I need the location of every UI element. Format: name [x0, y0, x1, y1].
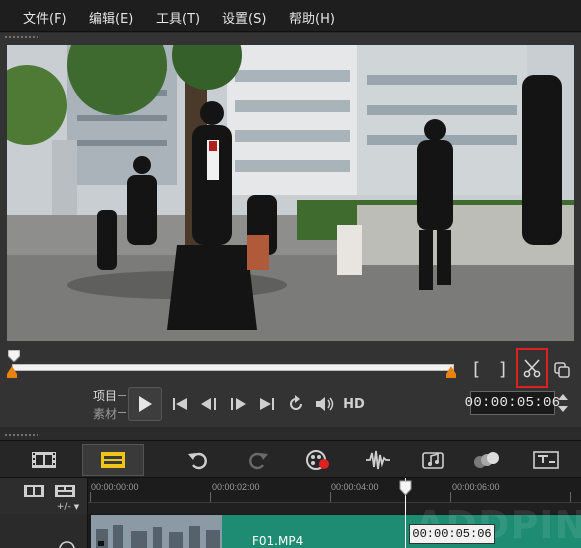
ruler-major-tick: [570, 492, 571, 502]
filmstrip-icon: [32, 452, 56, 468]
mark-in-glyph: [: [470, 358, 482, 380]
audio-wave-icon: [366, 450, 390, 470]
timecode-display[interactable]: 00:00:05:06: [465, 391, 560, 415]
storyboard-view-button[interactable]: [28, 444, 60, 476]
enlarge-preview-icon: [554, 362, 570, 378]
video-preview: [7, 45, 574, 341]
scrub-track[interactable]: [12, 364, 454, 371]
undo-icon: [188, 452, 207, 470]
previous-frame-button[interactable]: [199, 395, 219, 413]
track-manager-icon: [24, 485, 44, 497]
motion-dots-icon: [474, 452, 499, 468]
volume-icon: [316, 397, 334, 411]
ruler-tick-label: 00:00:04:00: [331, 482, 379, 492]
ruler-major-tick: [450, 492, 451, 502]
mark-in-marker[interactable]: [7, 366, 17, 378]
clip-thumbnail: [91, 515, 222, 548]
spinner-arrows-icon: [558, 394, 568, 412]
chapter-icon: [55, 485, 75, 497]
video-frame: [7, 45, 574, 341]
subtitle-editor-button[interactable]: [530, 444, 562, 476]
skip-start-icon: [173, 398, 187, 410]
timeline-playhead-handle[interactable]: [399, 480, 412, 496]
menu-help[interactable]: 帮助(H): [289, 8, 335, 27]
mode-clip[interactable]: 素材: [93, 405, 117, 422]
play-button[interactable]: [128, 387, 162, 421]
mark-out-glyph: ]: [497, 358, 509, 380]
ruler-tick-label: 00:00:00:00: [91, 482, 139, 492]
mark-out-button[interactable]: ]: [495, 358, 511, 380]
playhead-handle[interactable]: [8, 350, 20, 362]
volume-button[interactable]: [314, 394, 336, 414]
video-track-header: [0, 514, 88, 548]
scissors-icon: [523, 359, 541, 378]
timecode-spinner[interactable]: [556, 391, 570, 415]
ruler-tick-label: 00:00:02:00: [212, 482, 260, 492]
redo-icon: [249, 452, 268, 470]
ruler-major-tick: [330, 492, 331, 502]
record-icon: [306, 450, 329, 470]
timeline-view-button[interactable]: [82, 444, 144, 476]
go-to-start-button[interactable]: [171, 395, 189, 413]
motion-tracking-button[interactable]: [470, 444, 502, 476]
next-frame-button[interactable]: [228, 395, 248, 413]
timeline-ruler[interactable]: 00:00:00:00 00:00:02:00 00:00:04:00 00:0…: [88, 478, 581, 502]
menu-bar: 文件(F) 编辑(E) 工具(T) 设置(S) 帮助(H): [0, 0, 581, 32]
track-manager-button[interactable]: [22, 483, 46, 499]
ruler-major-tick: [210, 492, 211, 502]
timeline-view-icon: [101, 452, 125, 468]
timeline-divider[interactable]: [0, 432, 581, 438]
step-forward-icon: [231, 398, 246, 410]
sound-mixer-button[interactable]: [362, 444, 394, 476]
play-icon: [139, 396, 152, 412]
repeat-button[interactable]: [286, 394, 306, 414]
timeline-grip[interactable]: [4, 433, 38, 437]
record-capture-button[interactable]: [302, 444, 334, 476]
mode-clip-line: [118, 412, 126, 413]
skip-end-icon: [260, 398, 274, 410]
clip-name: F01.MP4: [252, 534, 304, 548]
clip-thumbnail-image: [91, 515, 222, 548]
mode-project-line: [118, 395, 126, 396]
panel-grip[interactable]: [4, 35, 38, 39]
hd-preview-toggle[interactable]: HD: [341, 395, 367, 413]
menu-tools[interactable]: 工具(T): [156, 8, 200, 27]
auto-music-button[interactable]: [418, 444, 450, 476]
undo-button[interactable]: [182, 444, 214, 476]
menu-settings[interactable]: 设置(S): [222, 8, 266, 27]
redo-button[interactable]: [242, 444, 274, 476]
enlarge-preview-button[interactable]: [551, 360, 573, 380]
playhead-timecode-tooltip: 00:00:05:06: [409, 524, 495, 544]
track-manager-area: +/- ▼: [0, 478, 88, 514]
mark-in-button[interactable]: [: [468, 358, 484, 380]
step-back-icon: [201, 398, 216, 410]
timeline-toolbar: [0, 440, 581, 478]
edit-mode-label: +/-: [56, 502, 71, 512]
mode-project[interactable]: 项目: [93, 387, 117, 404]
add-mark-button[interactable]: [53, 483, 77, 499]
ruler-tick-label: 00:00:06:00: [452, 482, 500, 492]
menu-file[interactable]: 文件(F): [23, 8, 67, 27]
music-icon: [422, 452, 444, 469]
mark-out-marker[interactable]: [446, 366, 456, 378]
menu-edit[interactable]: 编辑(E): [89, 8, 133, 27]
repeat-icon: [290, 395, 302, 410]
go-to-end-button[interactable]: [258, 395, 276, 413]
split-clip-button[interactable]: [516, 348, 548, 388]
edit-mode-chevron-icon: ▼: [73, 503, 80, 511]
ruler-major-tick: [90, 492, 91, 502]
subtitle-icon: [533, 451, 559, 469]
edit-mode-toggle[interactable]: +/- ▼: [48, 501, 88, 513]
track-visibility-icon[interactable]: [58, 540, 76, 548]
